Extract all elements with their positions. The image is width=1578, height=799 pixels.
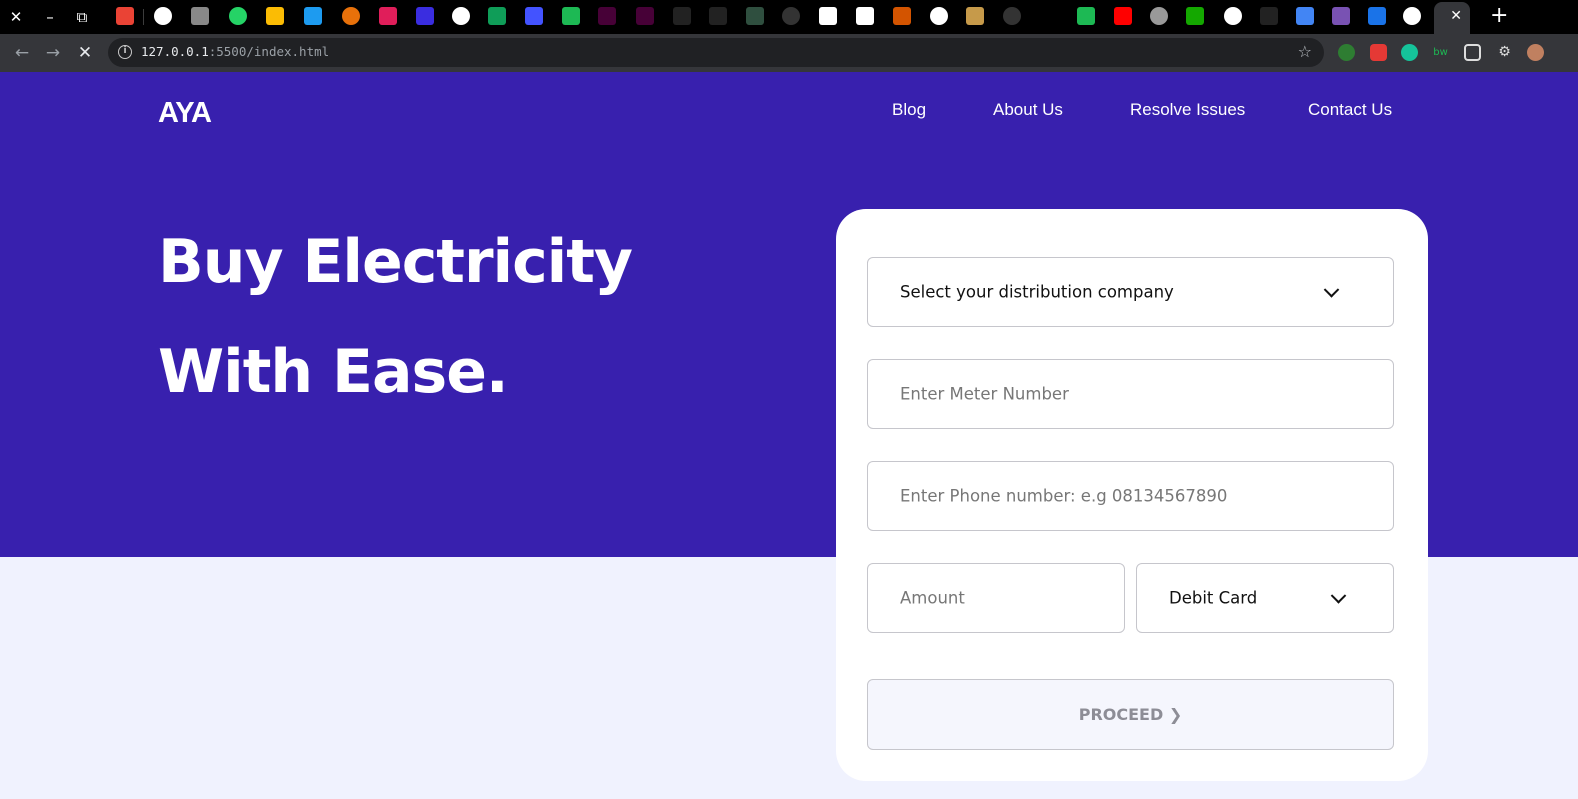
google-icon[interactable] [1224,7,1242,25]
c-icon[interactable] [819,7,837,25]
headline-line-1: Buy Electricity [158,227,633,297]
red-extension-icon[interactable] [1370,44,1387,61]
bw-extension-icon[interactable]: bw [1432,44,1449,61]
tab-close-icon[interactable]: ✕ [1450,8,1462,24]
upwork-icon[interactable] [1186,7,1204,25]
reader-extension-icon[interactable] [1464,44,1481,61]
back-arrow-icon[interactable]: ← [11,42,33,64]
info-icon[interactable] [416,7,434,25]
grammarly-icon[interactable] [1401,44,1418,61]
whatsapp-icon[interactable] [229,7,247,25]
eye-icon[interactable] [342,7,360,25]
meter-number-placeholder: Enter Meter Number [900,384,1069,404]
payment-method-label: Debit Card [1169,588,1258,608]
address-bar[interactable]: i 127.0.0.1:5500/index.html ☆ [108,38,1324,67]
webflow-icon[interactable] [1077,7,1095,25]
nav-link-blog[interactable]: Blog [892,100,926,120]
nav-link-about[interactable]: About Us [993,100,1063,120]
distribution-select-label: Select your distribution company [900,282,1174,302]
gmail-icon[interactable] [116,7,134,25]
new-tab-button[interactable]: + [1490,4,1508,28]
site-info-icon[interactable]: i [118,45,132,59]
browser-toolbar: ← → ✕ i 127.0.0.1:5500/index.html ☆ bw ⚙ [0,34,1578,72]
mascot-icon[interactable] [966,7,984,25]
slack-icon[interactable] [379,7,397,25]
code-icon[interactable] [673,7,691,25]
page: AYA Blog About Us Resolve Issues Contact… [0,72,1578,799]
tab-separator [143,9,144,25]
proceed-label: PROCEED [1078,705,1164,724]
terminal-icon[interactable] [746,7,764,25]
youtube-icon[interactable] [1114,7,1132,25]
extensions-puzzle-icon[interactable]: ⚙ [1496,44,1513,61]
chevron-down-icon [1330,588,1347,604]
logo[interactable]: AYA [158,97,212,130]
chevron-right-icon: ❯ [1168,705,1183,724]
google-drive-icon[interactable] [266,7,284,25]
bookmark-star-icon[interactable]: ☆ [1298,42,1312,61]
nav-link-contact[interactable]: Contact Us [1308,100,1392,120]
purchase-form-card: Select your distribution company Enter M… [836,209,1428,781]
payment-method-select[interactable]: Debit Card [1136,563,1394,633]
amount-placeholder: Amount [900,588,965,608]
tree-extension-icon[interactable] [1338,44,1355,61]
phone-number-placeholder: Enter Phone number: e.g 08134567890 [900,486,1228,506]
window-restore-button[interactable]: ⧉ [72,7,92,27]
window-minimize-button[interactable]: – [40,7,60,27]
webflow-icon[interactable] [562,7,580,25]
flag-icon[interactable] [1368,7,1386,25]
headline-line-2: With Ease. [158,337,509,407]
twitter-icon[interactable] [304,7,322,25]
globe-icon[interactable] [452,7,470,25]
stop-loading-icon[interactable]: ✕ [74,42,96,64]
target-icon[interactable] [930,7,948,25]
xd-icon[interactable] [598,7,616,25]
xd-icon[interactable] [636,7,654,25]
globe-icon[interactable] [1150,7,1168,25]
github-icon[interactable] [782,7,800,25]
ethereum-icon[interactable] [191,7,209,25]
code-icon[interactable] [709,7,727,25]
chart-icon[interactable] [856,7,874,25]
meter-number-input[interactable]: Enter Meter Number [867,359,1394,429]
l-icon[interactable] [893,7,911,25]
phone-number-input[interactable]: Enter Phone number: e.g 08134567890 [867,461,1394,531]
distribution-company-select[interactable]: Select your distribution company [867,257,1394,327]
proceed-button[interactable]: PROCEED ❯ [867,679,1394,750]
bootstrap-icon[interactable] [1332,7,1350,25]
google-sheets-icon[interactable] [488,7,506,25]
chevron-down-icon [1323,282,1340,298]
browser-tab-strip: ✕ – ⧉ ✕ + [0,0,1578,34]
hero-headline: Buy Electricity With Ease. [158,207,633,427]
google-icon[interactable] [1403,7,1421,25]
slash-icon[interactable] [1260,7,1278,25]
github-icon[interactable] [1003,7,1021,25]
window-close-button[interactable]: ✕ [6,7,26,27]
forward-arrow-icon[interactable]: → [42,42,64,64]
profile-avatar[interactable] [1527,44,1544,61]
docs-icon[interactable] [1296,7,1314,25]
active-tab[interactable]: ✕ [1434,2,1470,34]
github-icon[interactable] [154,7,172,25]
address-url[interactable]: 127.0.0.1:5500/index.html [141,44,329,59]
deploy-icon[interactable] [525,7,543,25]
amount-input[interactable]: Amount [867,563,1125,633]
nav-link-resolve-issues[interactable]: Resolve Issues [1130,100,1245,120]
